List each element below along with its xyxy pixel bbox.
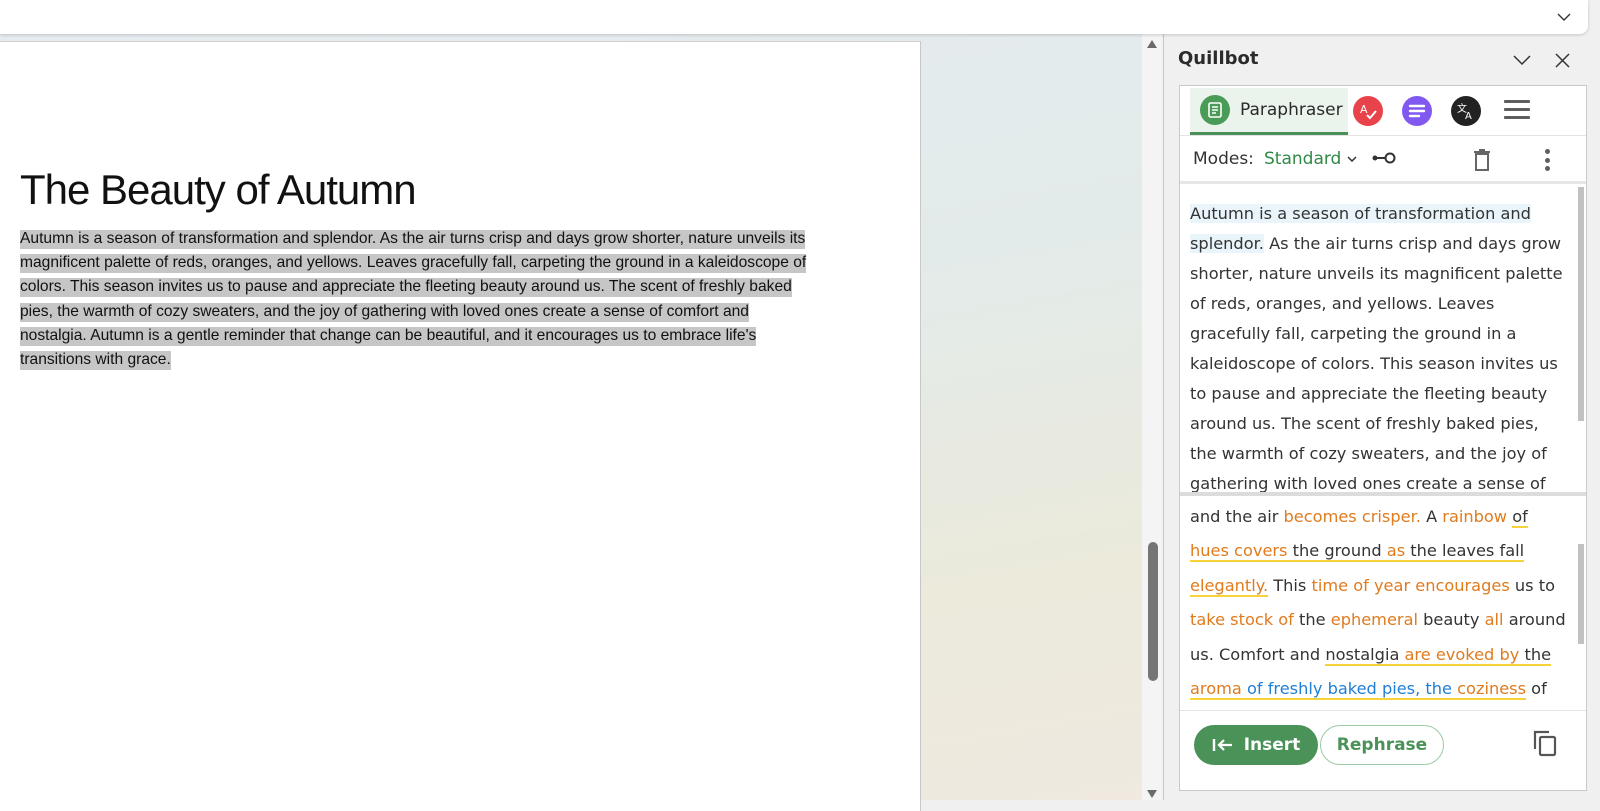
tab-translator[interactable]: 文A [1451,96,1481,126]
svg-text:A: A [1465,111,1472,121]
close-icon [1554,52,1570,68]
output-text-segment: and the air [1190,507,1284,526]
hamburger-menu-icon[interactable] [1504,100,1530,122]
more-options-icon[interactable] [1542,149,1552,171]
output-text-segment: This [1268,575,1312,595]
insert-button[interactable]: Insert [1194,725,1318,765]
scroll-up-arrow-icon[interactable] [1147,40,1157,48]
output-text-segment: the [1293,610,1331,630]
changed-word[interactable]: hues covers [1190,541,1288,563]
output-text-segment: nostalgia [1325,644,1405,666]
scroll-down-arrow-icon[interactable] [1147,790,1157,798]
action-bar: Insert Rephrase [1180,710,1586,792]
document-body[interactable]: Autumn is a season of transformation and… [20,227,810,372]
output-text-segment: beauty [1418,610,1485,630]
tab-paraphraser[interactable]: Paraphraser [1190,88,1348,135]
changed-word[interactable]: of freshly baked pies, the [1241,679,1452,701]
quillbot-task-pane: Quillbot Paraphraser A 文A Modes: Standar… [1163,34,1600,800]
changed-word[interactable]: ephemeral [1331,610,1418,629]
pane-close-button[interactable] [1550,48,1574,72]
mode-dropdown[interactable]: Standard [1264,149,1357,169]
changed-word[interactable]: becomes crisper. [1284,507,1421,526]
output-text-segment: of [1526,679,1547,699]
input-text: As the air turns crisp and days grow sho… [1190,234,1563,493]
output-scrollbar[interactable] [1578,544,1584,644]
paraphrase-output[interactable]: and the air becomes crisper. A rainbow o… [1180,496,1578,710]
output-text-segment: of [1512,507,1528,528]
output-text-segment: the ground [1287,541,1387,563]
ribbon-expand-button[interactable] [1554,8,1574,26]
output-text-segment: A [1420,507,1443,526]
chevron-down-icon [1347,155,1357,162]
mode-value: Standard [1264,148,1342,169]
changed-word[interactable]: elegantly. [1190,575,1269,597]
paraphraser-icon [1200,95,1230,125]
output-text-segment: the [1519,644,1552,666]
chevron-down-icon [1557,13,1571,21]
output-text-segment: the leaves fall [1405,541,1525,563]
paraphrase-input[interactable]: Autumn is a season of transformation and… [1180,187,1578,493]
rephrase-button[interactable]: Rephrase [1320,725,1444,765]
grammar-check-icon: A [1360,103,1377,120]
translate-icon: 文A [1457,102,1472,121]
scrollbar-thumb[interactable] [1148,542,1158,681]
changed-word[interactable]: aroma [1190,679,1242,701]
pane-options-button[interactable] [1510,48,1534,72]
quillbot-addin: Paraphraser A 文A Modes: Standard Autumn … [1179,85,1587,791]
pane-title: Quillbot [1178,48,1259,69]
document-title[interactable]: The Beauty of Autumn [20,166,417,214]
changed-word[interactable]: rainbow [1442,507,1507,526]
changed-word[interactable]: time of year encourages [1312,576,1510,595]
tab-paraphraser-label: Paraphraser [1240,100,1343,120]
document-scrollbar[interactable] [1142,34,1162,800]
delete-icon[interactable] [1472,148,1492,177]
input-scrollbar[interactable] [1578,187,1584,421]
selected-paragraph[interactable]: Autumn is a season of transformation and… [20,230,807,371]
tab-summarizer[interactable] [1402,96,1432,126]
insert-label: Insert [1243,735,1301,755]
changed-word[interactable]: take stock of [1190,610,1294,629]
changed-word[interactable]: all [1485,610,1504,629]
document-page[interactable]: The Beauty of Autumn Autumn is a season … [0,41,921,811]
insert-arrow-icon [1212,737,1234,753]
changed-word[interactable]: as [1386,541,1406,563]
tool-tabs: Paraphraser A 文A [1180,86,1586,136]
svg-text:A: A [1360,103,1368,116]
summarizer-icon [1408,104,1426,118]
chevron-down-icon [1513,54,1531,65]
freeze-words-icon[interactable] [1372,151,1396,170]
changed-word[interactable]: are evoked by [1404,644,1520,666]
tab-grammar-checker[interactable]: A [1353,96,1383,126]
modes-label: Modes: [1193,148,1254,169]
document-canvas: The Beauty of Autumn Autumn is a season … [0,34,1142,811]
ribbon-collapsed [0,0,1588,34]
changed-word[interactable]: coziness [1457,679,1527,701]
copy-icon[interactable] [1532,729,1558,762]
modes-bar: Modes: Standard [1180,136,1586,184]
output-text-segment: us to [1509,575,1556,595]
